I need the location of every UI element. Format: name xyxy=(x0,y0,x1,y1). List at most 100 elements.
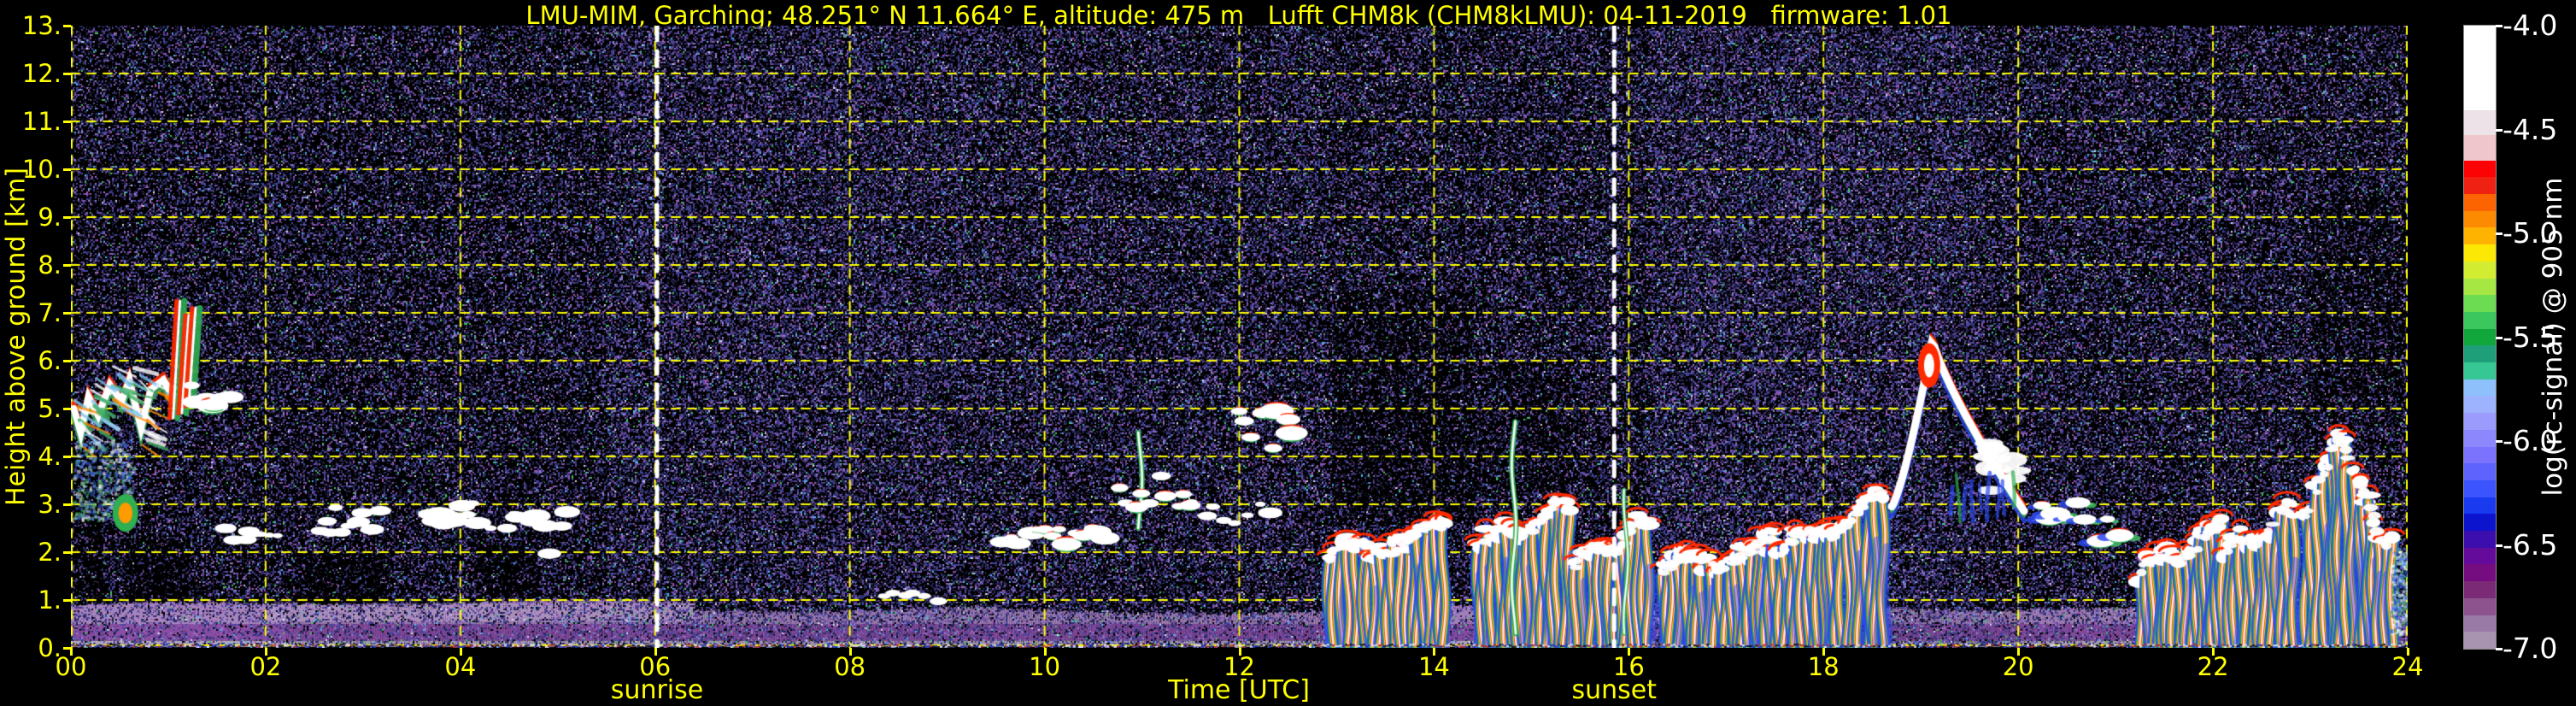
colorbar-swatch xyxy=(2464,295,2496,312)
y-tick-label: 4. xyxy=(38,442,62,471)
colorbar-swatch xyxy=(2464,311,2496,329)
x-tick-label: 18 xyxy=(1807,652,1840,681)
colorbar-tick-label: -5.0 xyxy=(2503,216,2558,250)
colorbar-tick-label: -6.0 xyxy=(2503,424,2558,457)
colorbar-swatch xyxy=(2464,362,2496,379)
x-tick-label: 24 xyxy=(2391,652,2424,681)
colorbar-tick-mark xyxy=(2496,544,2503,547)
y-tick-label: 1. xyxy=(38,585,62,615)
colorbar-swatch xyxy=(2464,531,2496,548)
colorbar-swatch xyxy=(2464,413,2496,430)
x-tick-mark xyxy=(1628,648,1631,656)
colorbar-tick-label: -6.5 xyxy=(2503,527,2558,562)
y-tick-label: 10. xyxy=(21,155,62,184)
colorbar-swatch xyxy=(2464,429,2496,447)
colorbar-tick-label: -7.0 xyxy=(2503,632,2558,665)
colorbar-swatch xyxy=(2464,581,2496,598)
y-tick-mark xyxy=(63,312,71,315)
colorbar-tick-mark xyxy=(2496,232,2503,235)
colorbar-swatch xyxy=(2464,328,2496,346)
y-tick-mark xyxy=(63,25,71,27)
y-tick-mark xyxy=(63,168,71,171)
colorbar-swatch xyxy=(2464,597,2496,615)
colorbar-swatch xyxy=(2464,244,2496,262)
x-tick-mark xyxy=(2017,648,2021,656)
colorbar-swatch xyxy=(2464,632,2496,649)
ceilometer-quicklook: LMU-MIM, Garching; 48.251° N 11.664° E, … xyxy=(0,0,2576,706)
x-tick-label: 02 xyxy=(249,652,282,681)
y-tick-label: 13. xyxy=(21,11,62,40)
y-tick-mark xyxy=(63,360,71,362)
x-tick-label: 20 xyxy=(2002,652,2034,681)
y-tick-label: 7. xyxy=(38,298,62,327)
colorbar-swatch xyxy=(2464,514,2496,532)
y-tick-mark xyxy=(63,73,71,75)
colorbar-swatch xyxy=(2464,396,2496,414)
x-tick-mark xyxy=(1043,648,1047,656)
x-tick-label: 06 xyxy=(639,652,672,681)
colorbar-tick-mark xyxy=(2496,128,2503,132)
heatmap-canvas xyxy=(71,26,2408,648)
colorbar-swatch xyxy=(2464,135,2496,161)
y-tick-mark xyxy=(63,264,71,267)
colorbar-tick-mark xyxy=(2496,440,2503,443)
colorbar-tick-label: -4.5 xyxy=(2503,112,2558,146)
y-tick-label: 3. xyxy=(38,490,62,519)
colorbar-swatch xyxy=(2464,160,2496,178)
colorbar-swatch xyxy=(2464,194,2496,211)
colorbar-swatch xyxy=(2464,564,2496,582)
x-tick-mark xyxy=(2407,648,2409,656)
x-tick-label: 14 xyxy=(1417,652,1450,681)
colorbar-tick-mark xyxy=(2496,25,2503,27)
y-tick-mark xyxy=(63,216,71,219)
x-tick-mark xyxy=(1433,648,1436,656)
y-tick-mark xyxy=(63,551,71,554)
x-tick-mark xyxy=(654,648,657,656)
x-tick-label: 08 xyxy=(834,652,866,681)
colorbar-swatch xyxy=(2464,379,2496,397)
y-tick-label: 11. xyxy=(21,107,62,136)
colorbar-swatch xyxy=(2464,109,2496,136)
y-tick-mark xyxy=(63,408,71,410)
colorbar-swatch xyxy=(2464,261,2496,279)
colorbar-swatch xyxy=(2464,497,2496,515)
colorbar-swatch xyxy=(2464,479,2496,497)
y-tick-mark xyxy=(63,121,71,123)
colorbar-swatch xyxy=(2464,463,2496,480)
colorbar-swatch xyxy=(2464,177,2496,195)
y-tick-mark xyxy=(63,599,71,602)
colorbar-swatch xyxy=(2464,345,2496,363)
x-tick-label: 12 xyxy=(1223,652,1255,681)
x-tick-label: 04 xyxy=(444,652,477,681)
colorbar-tick-mark xyxy=(2496,648,2503,650)
colorbar-tick-mark xyxy=(2496,336,2503,339)
x-tick-mark xyxy=(2212,648,2215,656)
colorbar-swatch xyxy=(2464,278,2496,296)
x-tick-label: 16 xyxy=(1612,652,1645,681)
x-tick-mark xyxy=(459,648,462,656)
y-tick-mark xyxy=(63,503,71,506)
x-tick-mark xyxy=(1238,648,1241,656)
y-tick-label: 12. xyxy=(21,59,62,88)
y-tick-label: 8. xyxy=(38,250,62,279)
colorbar-swatch xyxy=(2464,615,2496,632)
x-tick-label: 10 xyxy=(1029,652,1061,681)
x-tick-label: 22 xyxy=(2197,652,2229,681)
colorbar-swatch xyxy=(2464,227,2496,245)
colorbar-tick-label: -5.5 xyxy=(2503,320,2558,354)
y-tick-label: 0. xyxy=(38,633,62,662)
x-tick-label: 00 xyxy=(55,652,87,681)
y-tick-label: 9. xyxy=(38,203,62,232)
x-tick-mark xyxy=(70,648,73,656)
y-tick-mark xyxy=(63,456,71,458)
y-tick-label: 5. xyxy=(38,394,62,423)
colorbar-swatch xyxy=(2464,547,2496,565)
colorbar xyxy=(2463,25,2497,650)
y-tick-label: 6. xyxy=(38,346,62,375)
x-tick-mark xyxy=(264,648,267,656)
colorbar-tick-label: -4.0 xyxy=(2503,9,2558,42)
x-tick-mark xyxy=(848,648,852,656)
y-tick-label: 2. xyxy=(38,538,62,567)
colorbar-swatch xyxy=(2464,26,2496,110)
colorbar-swatch xyxy=(2464,446,2496,464)
